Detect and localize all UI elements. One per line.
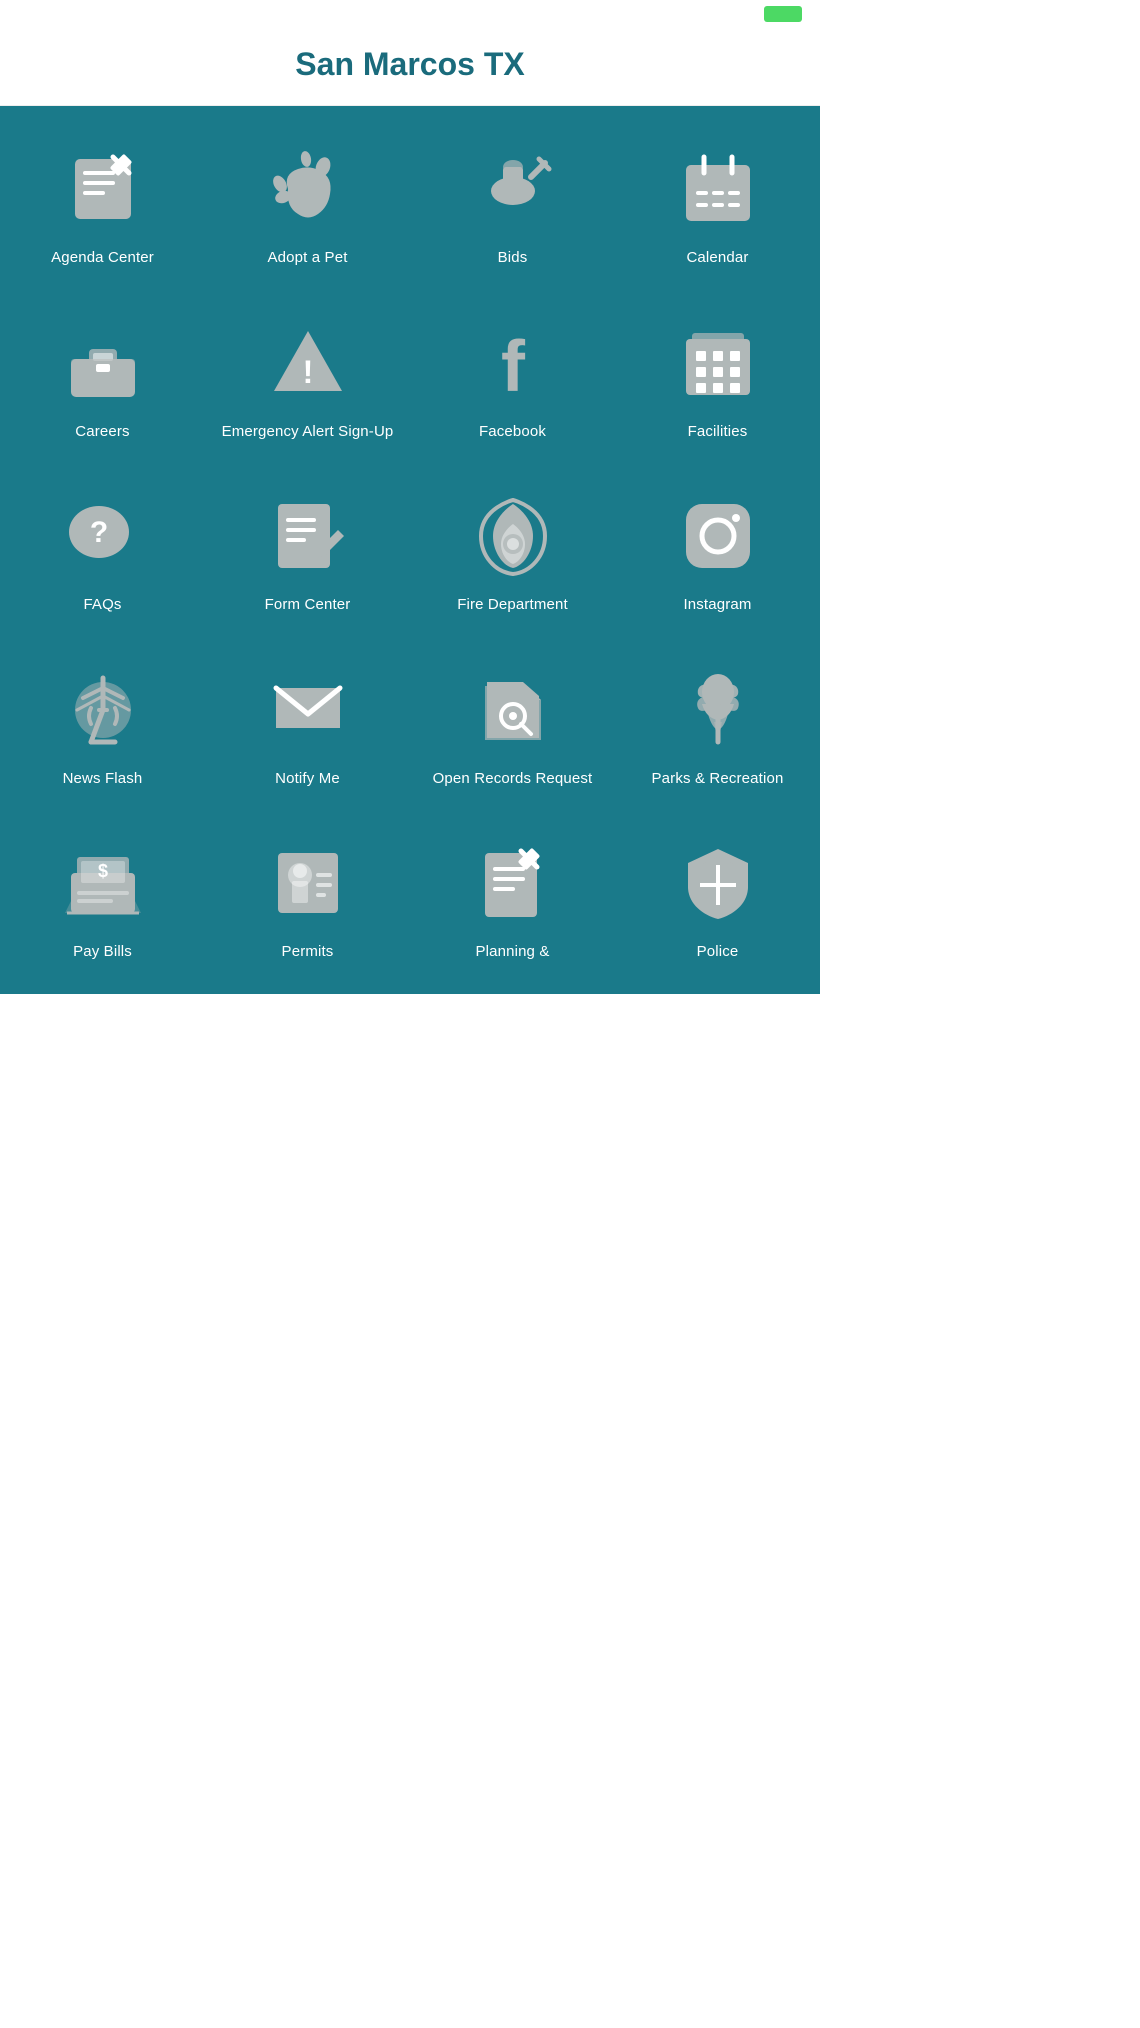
news-flash-icon — [58, 665, 148, 755]
notify-icon — [263, 665, 353, 755]
app-header: San Marcos TX — [0, 28, 820, 106]
pay-bills-icon: $ — [58, 838, 148, 928]
item-label-permits: Permits — [282, 942, 334, 962]
svg-text:$: $ — [97, 861, 107, 881]
item-label-calendar: Calendar — [686, 248, 748, 268]
careers-icon — [58, 318, 148, 408]
item-label-emergency-alert: Emergency Alert Sign-Up — [222, 422, 394, 442]
permits-icon — [263, 838, 353, 928]
grid-item-fire-department[interactable]: Fire Department — [410, 463, 615, 637]
police-icon — [673, 838, 763, 928]
battery-icon — [764, 6, 802, 22]
grid-item-emergency-alert[interactable]: ! Emergency Alert Sign-Up — [205, 290, 410, 464]
grid-item-notify-me[interactable]: Notify Me — [205, 637, 410, 811]
grid-item-parks[interactable]: Parks & Recreation — [615, 637, 820, 811]
calendar-icon — [673, 144, 763, 234]
main-grid: Agenda Center Adopt a Pet — [0, 106, 820, 994]
form-center-icon — [263, 491, 353, 581]
item-label-faqs: FAQs — [83, 595, 121, 615]
item-label-facebook: Facebook — [479, 422, 546, 442]
grid-item-police[interactable]: Police — [615, 810, 820, 984]
svg-text:?: ? — [89, 516, 107, 549]
grid-item-adopt-a-pet[interactable]: Adopt a Pet — [205, 116, 410, 290]
emergency-icon: ! — [263, 318, 353, 408]
grid-item-careers[interactable]: Careers — [0, 290, 205, 464]
facilities-icon — [673, 318, 763, 408]
item-label-adopt-a-pet: Adopt a Pet — [267, 248, 347, 268]
grid-item-planning[interactable]: Planning & — [410, 810, 615, 984]
status-bar — [0, 0, 820, 28]
item-label-planning: Planning & — [475, 942, 549, 962]
svg-text:f: f — [501, 327, 526, 403]
grid-item-instagram[interactable]: Instagram — [615, 463, 820, 637]
grid-item-pay-bills[interactable]: $ Pay Bills — [0, 810, 205, 984]
app-title: San Marcos TX — [0, 46, 820, 83]
bids-icon — [468, 144, 558, 234]
open-records-icon — [468, 665, 558, 755]
agenda-icon — [58, 144, 148, 234]
item-label-fire-department: Fire Department — [457, 595, 568, 615]
pet-icon — [263, 144, 353, 234]
grid-item-faqs[interactable]: ? FAQs — [0, 463, 205, 637]
instagram-icon — [673, 491, 763, 581]
grid-item-permits[interactable]: Permits — [205, 810, 410, 984]
faqs-icon: ? — [58, 491, 148, 581]
fire-icon — [468, 491, 558, 581]
item-label-careers: Careers — [75, 422, 129, 442]
facebook-icon: f — [468, 318, 558, 408]
grid-item-facilities[interactable]: Facilities — [615, 290, 820, 464]
grid-item-agenda-center[interactable]: Agenda Center — [0, 116, 205, 290]
item-label-agenda-center: Agenda Center — [51, 248, 154, 268]
svg-text:!: ! — [302, 354, 313, 390]
parks-icon — [673, 665, 763, 755]
grid-item-open-records[interactable]: Open Records Request — [410, 637, 615, 811]
item-label-notify-me: Notify Me — [275, 769, 340, 789]
item-label-bids: Bids — [498, 248, 528, 268]
grid-item-facebook[interactable]: f Facebook — [410, 290, 615, 464]
item-label-parks: Parks & Recreation — [652, 769, 784, 789]
planning-icon — [468, 838, 558, 928]
item-label-open-records: Open Records Request — [433, 769, 593, 789]
item-label-instagram: Instagram — [683, 595, 751, 615]
grid-item-form-center[interactable]: Form Center — [205, 463, 410, 637]
item-label-facilities: Facilities — [688, 422, 748, 442]
grid-item-calendar[interactable]: Calendar — [615, 116, 820, 290]
item-label-police: Police — [697, 942, 739, 962]
item-label-pay-bills: Pay Bills — [73, 942, 132, 962]
item-label-form-center: Form Center — [265, 595, 351, 615]
grid-item-news-flash[interactable]: News Flash — [0, 637, 205, 811]
item-label-news-flash: News Flash — [63, 769, 143, 789]
grid-item-bids[interactable]: Bids — [410, 116, 615, 290]
